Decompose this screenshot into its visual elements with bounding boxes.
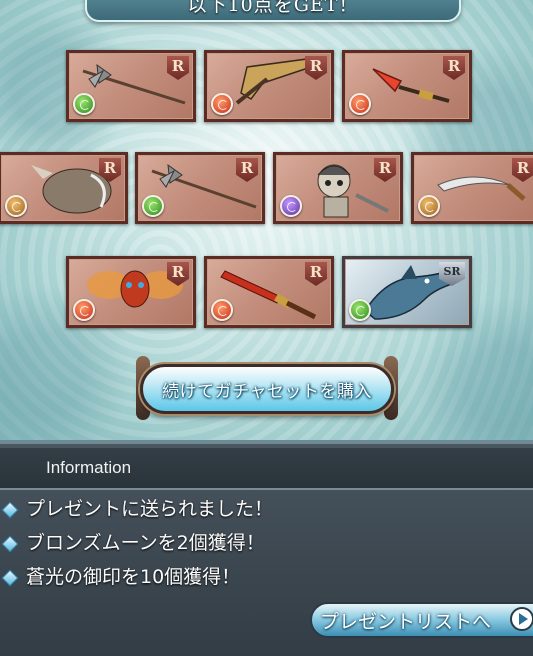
reward-banner: 以下10点をGET！ [85, 0, 461, 22]
wind-element-icon [142, 195, 164, 217]
fire-element-icon [349, 93, 371, 115]
present-list-button[interactable]: プレゼントリストへ [310, 602, 533, 638]
item-card-red-sword[interactable]: R [204, 256, 334, 328]
fire-element-icon [73, 299, 95, 321]
info-message: ブロンズムーンを2個獲得！ [26, 532, 265, 554]
wind-element-icon [73, 93, 95, 115]
earth-element-icon [5, 195, 27, 217]
item-card-halberd-2[interactable]: R [135, 152, 265, 224]
information-header: Information [0, 448, 533, 490]
info-message: プレゼントに送られました！ [26, 498, 274, 520]
item-card-moth-creature[interactable]: R [66, 256, 196, 328]
continue-gacha-button[interactable]: 続けてガチャセットを購入 [140, 364, 394, 414]
wind-element-icon [349, 299, 371, 321]
banner-title: 以下10点をGET！ [187, 0, 359, 16]
item-card-halberd[interactable]: R [66, 50, 196, 122]
info-message: 蒼光の御印を10個獲得！ [26, 566, 241, 588]
information-title: Information [46, 458, 132, 477]
item-card-skeleton[interactable]: R [273, 152, 403, 224]
fire-element-icon [211, 93, 233, 115]
continue-gacha-label: 続けてガチャセットを購入 [162, 381, 372, 402]
item-card-beast[interactable]: R [0, 152, 128, 224]
item-card-dragon[interactable]: SR [342, 256, 472, 328]
dark-element-icon [280, 195, 302, 217]
earth-element-icon [418, 195, 440, 217]
item-card-crossbow[interactable]: R [204, 50, 334, 122]
item-card-scimitar[interactable]: R [411, 152, 533, 224]
item-card-crystal-spear[interactable]: R [342, 50, 472, 122]
fire-element-icon [211, 299, 233, 321]
arrow-right-icon[interactable] [510, 607, 533, 631]
present-list-label: プレゼントリストへ [320, 610, 492, 633]
